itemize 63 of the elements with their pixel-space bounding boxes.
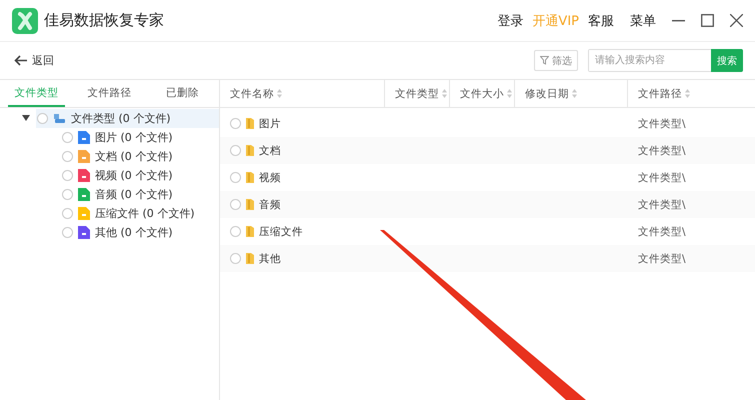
column-header[interactable]: 文件名称 — [230, 86, 274, 100]
radio-button[interactable] — [62, 132, 73, 143]
column-header[interactable]: 文件大小 — [460, 86, 504, 100]
radio-button[interactable] — [62, 170, 73, 181]
tab[interactable]: 文件路径 — [81, 80, 138, 107]
header-link[interactable]: 客服 — [588, 12, 614, 30]
back-link[interactable]: 返回 — [32, 53, 54, 68]
column-header[interactable]: 修改日期 — [525, 86, 569, 100]
maximize-icon[interactable] — [701, 14, 714, 27]
file-name[interactable]: 其他 — [259, 252, 281, 266]
file-path: 文件类型\ — [638, 198, 686, 210]
radio-button[interactable] — [230, 226, 241, 237]
tree-item[interactable]: 视频 (0 个文件) — [95, 168, 173, 183]
folder-icon — [246, 172, 254, 183]
file-path: 文件类型\ — [638, 252, 686, 264]
radio-button[interactable] — [62, 151, 73, 162]
folder-icon — [246, 118, 254, 129]
sort-icon[interactable] — [277, 89, 282, 98]
filter-button[interactable]: 筛选 — [534, 50, 578, 71]
sort-icon[interactable] — [572, 89, 577, 98]
file-path: 文件类型\ — [638, 172, 686, 184]
funnel-icon — [540, 56, 549, 65]
radio-button[interactable] — [37, 113, 48, 124]
header-link[interactable]: 菜单 — [630, 12, 656, 30]
folder-icon — [246, 145, 254, 156]
sort-icon[interactable] — [685, 89, 690, 98]
column-header[interactable]: 文件类型 — [395, 86, 439, 100]
radio-button[interactable] — [62, 227, 73, 238]
file-name[interactable]: 文档 — [259, 144, 281, 158]
tree-item[interactable]: 压缩文件 (0 个文件) — [95, 206, 195, 221]
file-name[interactable]: 音频 — [259, 198, 281, 212]
close-icon[interactable] — [730, 14, 743, 27]
folder-icon — [246, 199, 254, 210]
header-link[interactable]: 登录 — [497, 12, 524, 30]
tree-item[interactable]: 文档 (0 个文件) — [95, 149, 173, 164]
tree-item[interactable]: 音频 (0 个文件) — [95, 187, 173, 202]
tree-item[interactable]: 其他 (0 个文件) — [95, 225, 173, 240]
radio-button[interactable] — [230, 253, 241, 264]
tab[interactable]: 已删除 — [154, 80, 211, 107]
drive-icon — [53, 113, 66, 124]
file-path: 文件类型\ — [638, 118, 686, 130]
column-header[interactable]: 文件路径 — [638, 86, 682, 100]
app-logo-icon — [12, 8, 38, 34]
radio-button[interactable] — [230, 145, 241, 156]
tree-item[interactable]: 图片 (0 个文件) — [95, 130, 173, 145]
file-name[interactable]: 图片 — [259, 116, 281, 130]
radio-button[interactable] — [62, 208, 73, 219]
file-name[interactable]: 压缩文件 — [259, 224, 303, 238]
file-name[interactable]: 视频 — [259, 170, 281, 184]
sort-icon[interactable] — [442, 89, 447, 98]
expand-caret-icon[interactable] — [22, 114, 32, 123]
sort-icon[interactable] — [507, 89, 512, 98]
folder-icon — [246, 226, 254, 237]
minimize-icon[interactable] — [672, 20, 685, 22]
back-arrow-icon[interactable] — [14, 55, 27, 66]
file-path: 文件类型\ — [638, 144, 686, 156]
window-title: 佳易数据恢复专家 — [44, 11, 164, 30]
folder-icon — [246, 253, 254, 264]
radio-button[interactable] — [62, 189, 73, 200]
radio-button[interactable] — [230, 199, 241, 210]
radio-button[interactable] — [230, 118, 241, 129]
file-path: 文件类型\ — [638, 226, 686, 238]
radio-button[interactable] — [230, 172, 241, 183]
